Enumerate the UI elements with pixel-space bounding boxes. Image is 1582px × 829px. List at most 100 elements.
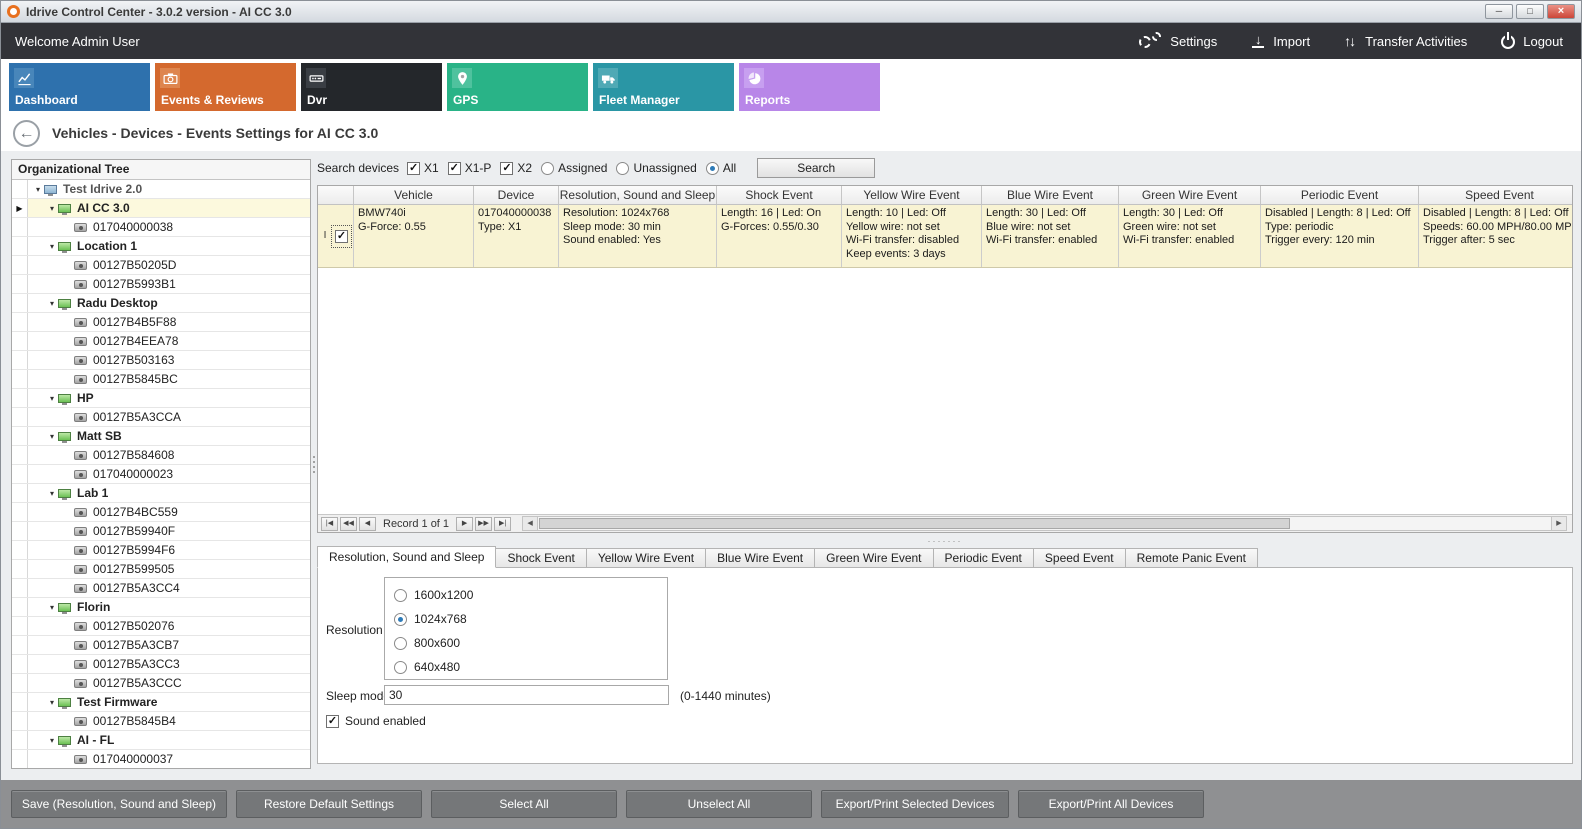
tree-node-00127b5845bc[interactable]: 00127B5845BC (12, 370, 310, 389)
tab-yellow-wire-event[interactable]: Yellow Wire Event (587, 548, 706, 568)
resolution-option-1600x1200[interactable]: 1600x1200 (385, 583, 667, 607)
nav-tile-reports[interactable]: Reports (739, 63, 880, 111)
tab-speed-event[interactable]: Speed Event (1034, 548, 1126, 568)
resolution-option-1024x768[interactable]: 1024x768 (385, 607, 667, 631)
expander-icon[interactable]: ▾ (32, 185, 44, 194)
footer-restore-default-settings[interactable]: Restore Default Settings (236, 790, 422, 818)
sleep-mode-input[interactable] (384, 685, 669, 705)
minimize-button[interactable]: ─ (1485, 4, 1513, 19)
tree-node-00127b5a3cc3[interactable]: 00127B5A3CC3 (12, 655, 310, 674)
tree-node-00127b5a3cca[interactable]: 00127B5A3CCA (12, 408, 310, 427)
window-titlebar[interactable]: Idrive Control Center - 3.0.2 version - … (1, 1, 1581, 23)
nav-prev-icon[interactable]: ◀ (359, 517, 376, 531)
action-import[interactable]: ↓Import (1251, 34, 1310, 49)
tree-node-test-idrive-2-0[interactable]: ▾Test Idrive 2.0 (12, 180, 310, 199)
nav-next-icon[interactable]: ▶ (456, 517, 473, 531)
column-header-resolution-sound-and-sleep[interactable]: Resolution, Sound and Sleep (559, 186, 717, 204)
tab-green-wire-event[interactable]: Green Wire Event (815, 548, 933, 568)
back-button[interactable]: ← (13, 120, 40, 147)
resolution-option-640x480[interactable]: 640x480 (385, 655, 667, 679)
tree-node-hp[interactable]: ▾HP (12, 389, 310, 408)
expander-icon[interactable]: ▾ (46, 432, 58, 441)
nav-tile-fleet-manager[interactable]: Fleet Manager (593, 63, 734, 111)
tree-node-00127b5993b1[interactable]: 00127B5993B1 (12, 275, 310, 294)
horizontal-scrollbar[interactable]: ◀ ▶ (522, 516, 1567, 531)
column-header-shock-event[interactable]: Shock Event (717, 186, 842, 204)
expander-icon[interactable]: ▾ (46, 489, 58, 498)
row-select-cell[interactable]: I (318, 205, 354, 267)
expander-icon[interactable]: ▾ (46, 299, 58, 308)
tree-node-00127b584608[interactable]: 00127B584608 (12, 446, 310, 465)
tree-node-00127b503163[interactable]: 00127B503163 (12, 351, 310, 370)
resolution-option-800x600[interactable]: 800x600 (385, 631, 667, 655)
tree-node-017040000038[interactable]: 017040000038 (12, 218, 310, 237)
tree-node-00127b4eea78[interactable]: 00127B4EEA78 (12, 332, 310, 351)
tree-node-00127b4bc559[interactable]: 00127B4BC559 (12, 503, 310, 522)
scroll-left-icon[interactable]: ◀ (523, 517, 538, 530)
nav-nextpage-icon[interactable]: ▶▶ (475, 517, 492, 531)
tree-node-00127b5994f6[interactable]: 00127B5994F6 (12, 541, 310, 560)
tree-node-00127b5845b4[interactable]: 00127B5845B4 (12, 712, 310, 731)
nav-tile-dashboard[interactable]: Dashboard (9, 63, 150, 111)
expander-icon[interactable]: ▾ (46, 736, 58, 745)
tree-node-00127b5a3cc4[interactable]: 00127B5A3CC4 (12, 579, 310, 598)
action-settings[interactable]: Settings (1138, 32, 1217, 50)
footer-save-resolution-sound-and-sleep[interactable]: Save (Resolution, Sound and Sleep) (11, 790, 227, 818)
search-button[interactable]: Search (757, 158, 875, 178)
expander-icon[interactable]: ▾ (46, 242, 58, 251)
action-transfer-activities[interactable]: ↑↓Transfer Activities (1344, 33, 1467, 49)
expander-icon[interactable]: ▾ (46, 204, 58, 213)
select-column-header[interactable] (318, 186, 354, 204)
footer-export-print-all-devices[interactable]: Export/Print All Devices (1018, 790, 1204, 818)
filter-checkbox-x1-p[interactable]: X1-P (448, 161, 492, 175)
column-header-periodic-event[interactable]: Periodic Event (1261, 186, 1419, 204)
expander-icon[interactable]: ▾ (46, 603, 58, 612)
expander-icon[interactable]: ▾ (46, 698, 58, 707)
tree-node-017040000037[interactable]: 017040000037 (12, 750, 310, 768)
sound-enabled-checkbox[interactable]: Sound enabled (326, 714, 426, 728)
column-header-yellow-wire-event[interactable]: Yellow Wire Event (842, 186, 982, 204)
tab-resolution-sound-and-sleep[interactable]: Resolution, Sound and Sleep (317, 546, 496, 568)
nav-tile-dvr[interactable]: Dvr (301, 63, 442, 111)
expander-icon[interactable]: ▾ (46, 394, 58, 403)
column-header-speed-event[interactable]: Speed Event (1419, 186, 1573, 204)
tab-periodic-event[interactable]: Periodic Event (934, 548, 1034, 568)
tree-node-00127b502076[interactable]: 00127B502076 (12, 617, 310, 636)
nav-last-icon[interactable]: ▶| (494, 517, 511, 531)
tree-node-test-firmware[interactable]: ▾Test Firmware (12, 693, 310, 712)
tree-node-ai-fl[interactable]: ▾AI - FL (12, 731, 310, 750)
nav-prevpage-icon[interactable]: ◀◀ (340, 517, 357, 531)
column-header-vehicle[interactable]: Vehicle (354, 186, 474, 204)
tree-node-radu-desktop[interactable]: ▾Radu Desktop (12, 294, 310, 313)
footer-unselect-all[interactable]: Unselect All (626, 790, 812, 818)
tree-node-florin[interactable]: ▾Florin (12, 598, 310, 617)
nav-tile-gps[interactable]: GPS (447, 63, 588, 111)
tree-node-00127b5a3cb7[interactable]: 00127B5A3CB7 (12, 636, 310, 655)
tree-node-ai-cc-3-0[interactable]: ▶▾AI CC 3.0 (12, 199, 310, 218)
tree-node-lab-1[interactable]: ▾Lab 1 (12, 484, 310, 503)
footer-export-print-selected-devices[interactable]: Export/Print Selected Devices (821, 790, 1009, 818)
tree-node-location-1[interactable]: ▾Location 1 (12, 237, 310, 256)
nav-tile-events-reviews[interactable]: Events & Reviews (155, 63, 296, 111)
filter-radio-assigned[interactable]: Assigned (541, 161, 607, 175)
filter-radio-all[interactable]: All (706, 161, 736, 175)
close-button[interactable]: × (1547, 4, 1575, 19)
scrollbar-thumb[interactable] (539, 518, 1290, 529)
filter-checkbox-x2[interactable]: X2 (500, 161, 532, 175)
tab-blue-wire-event[interactable]: Blue Wire Event (706, 548, 815, 568)
action-logout[interactable]: Logout (1501, 33, 1563, 49)
tree-node-00127b5a3ccc[interactable]: 00127B5A3CCC (12, 674, 310, 693)
tree-node-matt-sb[interactable]: ▾Matt SB (12, 427, 310, 446)
tab-remote-panic-event[interactable]: Remote Panic Event (1126, 548, 1258, 568)
column-header-device[interactable]: Device (474, 186, 559, 204)
table-row[interactable]: IBMW740iG-Force: 0.55017040000038Type: X… (318, 205, 1572, 268)
filter-checkbox-x1[interactable]: X1 (407, 161, 439, 175)
filter-radio-unassigned[interactable]: Unassigned (616, 161, 696, 175)
tree-node-00127b4b5f88[interactable]: 00127B4B5F88 (12, 313, 310, 332)
column-header-green-wire-event[interactable]: Green Wire Event (1119, 186, 1261, 204)
nav-first-icon[interactable]: |◀ (321, 517, 338, 531)
scroll-right-icon[interactable]: ▶ (1551, 517, 1566, 530)
maximize-button[interactable]: □ (1516, 4, 1544, 19)
column-header-blue-wire-event[interactable]: Blue Wire Event (982, 186, 1119, 204)
row-checkbox[interactable] (331, 225, 352, 248)
